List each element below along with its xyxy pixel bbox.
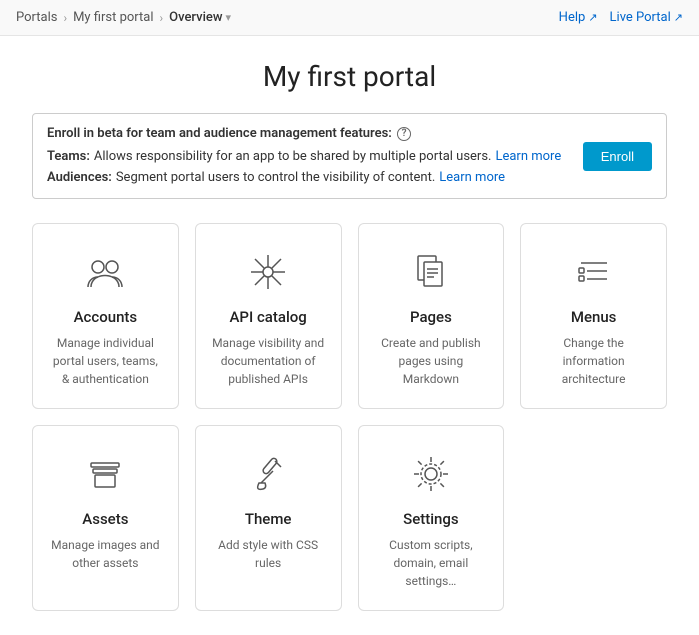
card-menus[interactable]: Menus Change the information architecture xyxy=(520,223,667,409)
card-assets-desc: Manage images and other assets xyxy=(49,536,162,572)
help-link[interactable]: Help ↗ xyxy=(559,10,598,25)
card-grid-top: Accounts Manage individual portal users, … xyxy=(32,223,667,409)
audiences-learn-more[interactable]: Learn more xyxy=(439,168,505,189)
card-theme-desc: Add style with CSS rules xyxy=(212,536,325,572)
pages-icon xyxy=(407,248,455,296)
assets-icon xyxy=(81,450,129,498)
help-icon[interactable]: ? xyxy=(397,127,411,141)
card-assets[interactable]: Assets Manage images and other assets xyxy=(32,425,179,611)
breadcrumb-portals[interactable]: Portals xyxy=(16,10,57,25)
main-content: My first portal Enroll in beta for team … xyxy=(0,36,699,635)
external-link-icon-2: ↗ xyxy=(674,11,683,24)
live-portal-link[interactable]: Live Portal ↗ xyxy=(610,10,683,25)
card-pages-desc: Create and publish pages using Markdown xyxy=(375,334,488,388)
teams-label: Teams: xyxy=(47,147,90,168)
card-accounts-desc: Manage individual portal users, teams, &… xyxy=(49,334,162,388)
external-link-icon: ↗ xyxy=(588,11,597,24)
settings-icon xyxy=(407,450,455,498)
chevron-down-icon[interactable]: ▾ xyxy=(226,11,232,24)
card-api-catalog-desc: Manage visibility and documentation of p… xyxy=(212,334,325,388)
card-placeholder-0 xyxy=(520,425,667,611)
page-title: My first portal xyxy=(32,60,667,93)
top-bar-actions: Help ↗ Live Portal ↗ xyxy=(559,10,683,25)
breadcrumb-sep-2: › xyxy=(160,11,164,25)
beta-banner-title: Enroll in beta for team and audience man… xyxy=(47,124,567,145)
beta-banner: Enroll in beta for team and audience man… xyxy=(32,113,667,199)
card-pages-title: Pages xyxy=(410,308,452,326)
beta-banner-text: Enroll in beta for team and audience man… xyxy=(47,124,567,188)
beta-audiences-row: Audiences: Segment portal users to contr… xyxy=(47,168,567,189)
breadcrumb-portal[interactable]: My first portal xyxy=(73,10,153,25)
card-settings[interactable]: Settings Custom scripts, domain, email se… xyxy=(358,425,505,611)
card-pages[interactable]: Pages Create and publish pages using Mark… xyxy=(358,223,505,409)
card-accounts-title: Accounts xyxy=(74,308,138,326)
enroll-button[interactable]: Enroll xyxy=(583,142,652,171)
menus-icon xyxy=(570,248,618,296)
accounts-icon xyxy=(81,248,129,296)
breadcrumb-sep-1: › xyxy=(63,11,67,25)
beta-teams-row: Teams: Allows responsibility for an app … xyxy=(47,147,567,168)
card-settings-title: Settings xyxy=(403,510,459,528)
card-grid-bottom: Assets Manage images and other assets The… xyxy=(32,425,667,611)
card-theme-title: Theme xyxy=(245,510,292,528)
card-menus-desc: Change the information architecture xyxy=(537,334,650,388)
card-menus-title: Menus xyxy=(571,308,617,326)
breadcrumb: Portals › My first portal › Overview ▾ xyxy=(16,10,231,25)
top-bar: Portals › My first portal › Overview ▾ H… xyxy=(0,0,699,36)
card-api-catalog-title: API catalog xyxy=(229,308,306,326)
card-settings-desc: Custom scripts, domain, email settings… xyxy=(375,536,488,590)
teams-desc: Allows responsibility for an app to be s… xyxy=(94,147,492,168)
card-api-catalog[interactable]: API catalog Manage visibility and documen… xyxy=(195,223,342,409)
audiences-desc: Segment portal users to control the visi… xyxy=(116,168,435,189)
card-accounts[interactable]: Accounts Manage individual portal users, … xyxy=(32,223,179,409)
api-icon xyxy=(244,248,292,296)
audiences-label: Audiences: xyxy=(47,168,112,189)
breadcrumb-current: Overview ▾ xyxy=(169,10,231,25)
card-assets-title: Assets xyxy=(82,510,128,528)
teams-learn-more[interactable]: Learn more xyxy=(495,147,561,168)
card-theme[interactable]: Theme Add style with CSS rules xyxy=(195,425,342,611)
theme-icon xyxy=(244,450,292,498)
